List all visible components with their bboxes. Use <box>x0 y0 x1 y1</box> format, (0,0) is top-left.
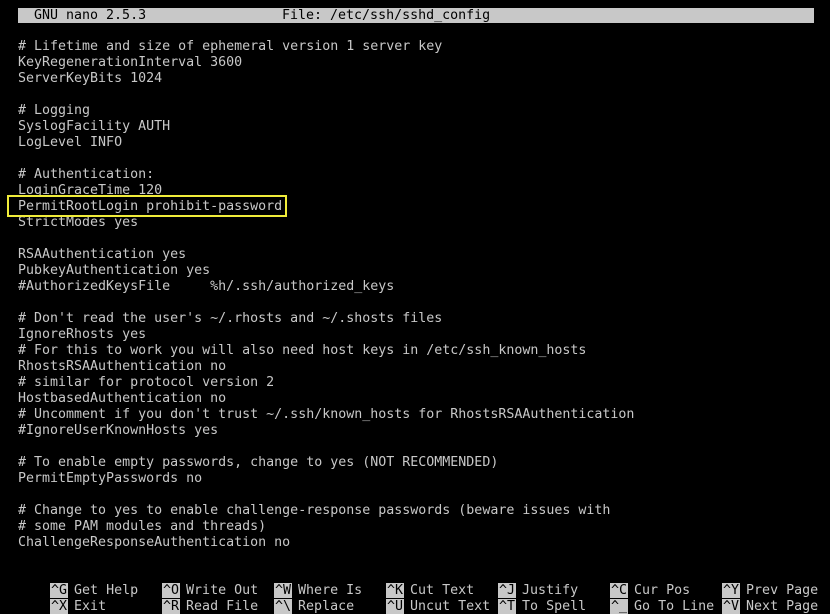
shortcut-write-out[interactable]: ^O Write Out <box>130 567 258 598</box>
editor-line[interactable] <box>18 439 814 455</box>
editor-line[interactable]: # For this to work you will also need ho… <box>18 343 814 359</box>
shortcut-prev-page[interactable]: ^Y Prev Page <box>690 567 818 598</box>
editor-line[interactable]: RhostsRSAAuthentication no <box>18 359 814 375</box>
shortcut-where-is[interactable]: ^W Where Is <box>242 567 362 598</box>
shortcut-get-help[interactable]: ^G Get Help <box>18 567 138 598</box>
editor-line[interactable]: # Lifetime and size of ephemeral version… <box>18 39 814 55</box>
editor-line[interactable]: #AuthorizedKeysFile %h/.ssh/authorized_k… <box>18 279 814 295</box>
shortcut-read-file[interactable]: ^R Read File <box>130 583 258 614</box>
editor-line[interactable]: # Authentication: <box>18 167 814 183</box>
title-bar: GNU nano 2.5.3 File: /etc/ssh/sshd_confi… <box>18 8 814 23</box>
editor-line[interactable]: LogLevel INFO <box>18 135 814 151</box>
shortcut-exit[interactable]: ^X Exit <box>18 583 106 614</box>
editor-line[interactable] <box>18 487 814 503</box>
shortcut-cut-text[interactable]: ^K Cut Text <box>354 567 474 598</box>
shortcut-justify[interactable]: ^J Justify <box>466 567 578 598</box>
editor-line[interactable]: # To enable empty passwords, change to y… <box>18 455 814 471</box>
editor-line[interactable]: IgnoreRhosts yes <box>18 327 814 343</box>
editor-line[interactable]: # Don't read the user's ~/.rhosts and ~/… <box>18 311 814 327</box>
editor-line[interactable]: LoginGraceTime 120 <box>18 183 814 199</box>
editor-line[interactable]: PubkeyAuthentication yes <box>18 263 814 279</box>
shortcut-replace[interactable]: ^\ Replace <box>242 583 354 614</box>
editor-line[interactable]: #IgnoreUserKnownHosts yes <box>18 423 814 439</box>
shortcut-key: ^V <box>722 599 741 614</box>
shortcut-cur-pos[interactable]: ^C Cur Pos <box>578 567 690 598</box>
editor-line[interactable]: # Logging <box>18 103 814 119</box>
shortcut-key: ^_ <box>610 599 629 614</box>
editor-text-area[interactable]: # Lifetime and size of ephemeral version… <box>18 39 814 551</box>
shortcut-label: To Spell <box>522 599 587 614</box>
shortcut-key: ^U <box>386 599 405 614</box>
shortcut-bar: ^G Get Help ^O Write Out ^W Where Is ^K Cut … <box>18 567 818 614</box>
shortcut-next-page[interactable]: ^V Next Page <box>690 583 818 614</box>
file-title: File: /etc/ssh/sshd_config <box>282 8 491 23</box>
editor-line[interactable]: HostbasedAuthentication no <box>18 391 814 407</box>
shortcut-to-spell[interactable]: ^T To Spell <box>466 583 586 614</box>
editor-line[interactable]: # some PAM modules and threads) <box>18 519 814 535</box>
editor-line[interactable]: ServerKeyBits 1024 <box>18 71 814 87</box>
app-title: GNU nano 2.5.3 <box>34 8 147 23</box>
editor-line[interactable] <box>18 151 814 167</box>
shortcut-key: ^T <box>498 599 517 614</box>
editor-line[interactable]: RSAAuthentication yes <box>18 247 814 263</box>
shortcut-key: ^X <box>50 599 69 614</box>
shortcut-key: ^\ <box>274 599 293 614</box>
editor-line[interactable]: PermitEmptyPasswords no <box>18 471 814 487</box>
shortcut-key: ^R <box>162 599 181 614</box>
shortcut-label: Replace <box>298 599 355 614</box>
shortcut-label: Next Page <box>746 599 819 614</box>
editor-line-permit-root-login[interactable]: PermitRootLogin prohibit-password <box>18 199 814 215</box>
editor-line[interactable]: # Uncomment if you don't trust ~/.ssh/kn… <box>18 407 814 423</box>
editor-line[interactable]: # Change to yes to enable challenge-resp… <box>18 503 814 519</box>
editor-line[interactable]: StrictModes yes <box>18 215 814 231</box>
editor-line[interactable]: ChallengeResponseAuthentication no <box>18 535 814 551</box>
editor-line[interactable] <box>18 87 814 103</box>
shortcut-label: Exit <box>74 599 107 614</box>
editor-line[interactable]: KeyRegenerationInterval 3600 <box>18 55 814 71</box>
editor-line[interactable]: # similar for protocol version 2 <box>18 375 814 391</box>
editor-line[interactable] <box>18 295 814 311</box>
editor-line[interactable] <box>18 231 814 247</box>
editor-line[interactable]: SyslogFacility AUTH <box>18 119 814 135</box>
